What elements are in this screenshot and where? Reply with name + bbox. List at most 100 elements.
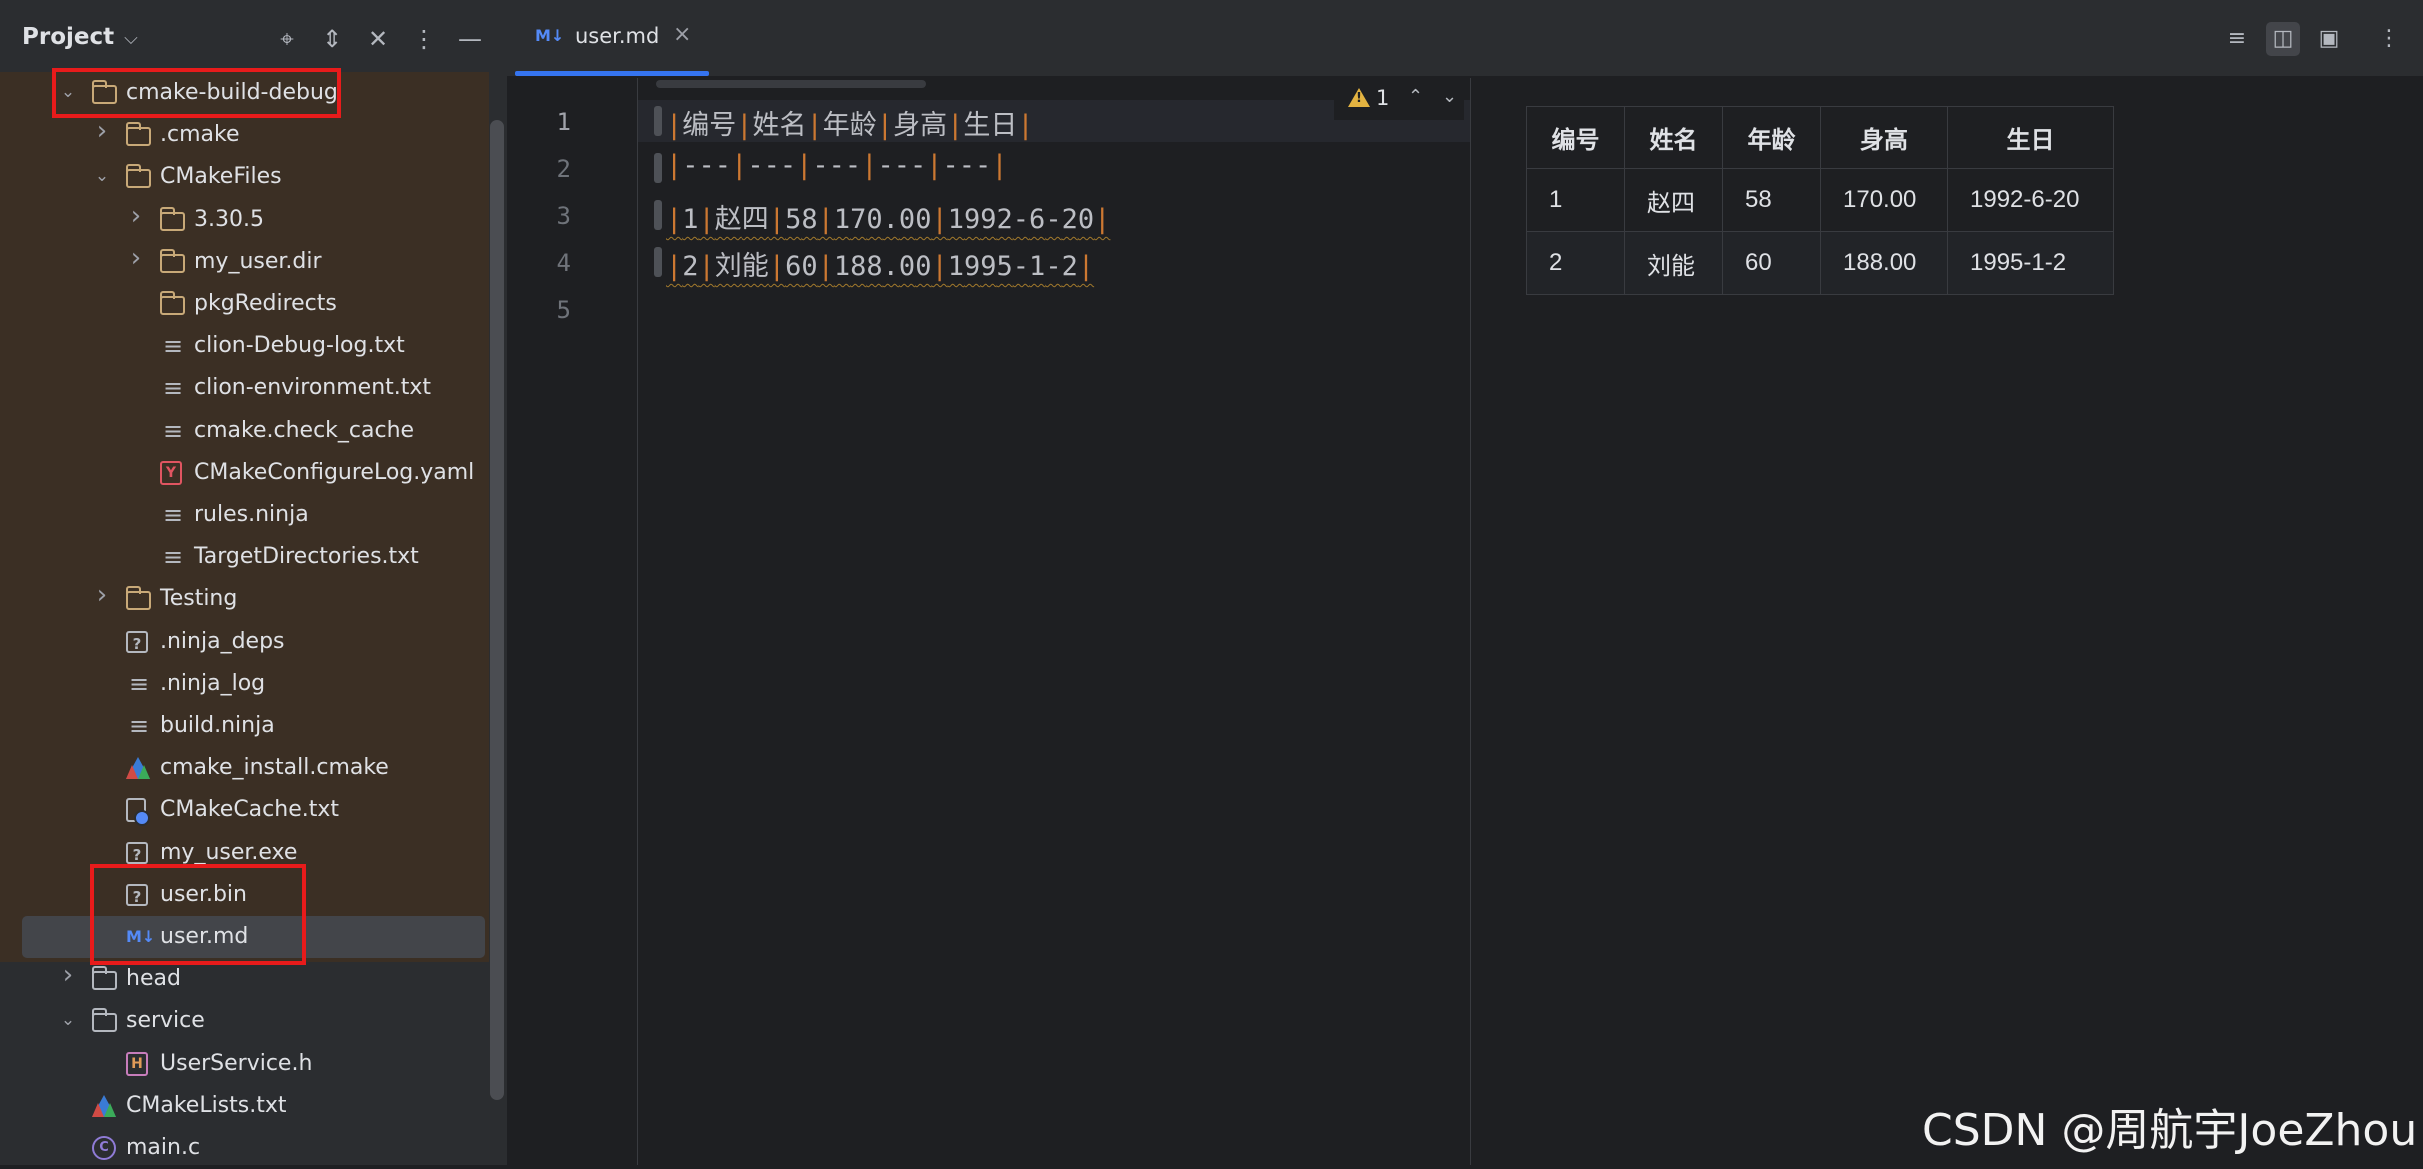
table-cell: 170.00	[1820, 168, 1948, 232]
tree-item-label: head	[126, 966, 181, 992]
tree-item[interactable]: ≡ .ninja_log	[0, 663, 489, 705]
inspection-widget[interactable]: 1 ⌃ ⌄	[1334, 80, 1464, 120]
tree-item[interactable]: › .cmake	[0, 114, 489, 156]
tree-item-label: .ninja_log	[160, 670, 266, 696]
tree-item[interactable]: ⌄ service	[0, 1000, 489, 1042]
text-file-icon: ≡	[162, 374, 184, 403]
yaml-file-icon: Y	[160, 460, 182, 485]
tree-item[interactable]: Y CMakeConfigureLog.yaml	[0, 452, 489, 494]
split-view-icon[interactable]: ◫	[2266, 22, 2300, 56]
table-pipe: |	[817, 251, 834, 282]
next-highlight-icon[interactable]: ⌄	[1442, 86, 1457, 107]
tree-item[interactable]: › 3.30.5	[0, 199, 489, 241]
tree-item[interactable]: ≡ clion-Debug-log.txt	[0, 325, 489, 367]
minimize-icon[interactable]: —	[453, 22, 487, 56]
code-line[interactable]: |---|---|---|---|---|	[666, 150, 1008, 181]
table-pipe: |	[768, 251, 786, 282]
previous-highlight-icon[interactable]: ⌃	[1408, 86, 1423, 107]
tree-item[interactable]: H UserService.h	[0, 1043, 489, 1085]
table-pipe: |	[698, 204, 715, 235]
table-block-marker	[654, 106, 662, 136]
table-pipe: |	[806, 110, 823, 141]
tree-item[interactable]: ≡ build.ninja	[0, 705, 489, 747]
code-line[interactable]: |编号|姓名|年龄|身高|生日|	[666, 103, 1034, 142]
chevron-right-icon[interactable]: ›	[92, 582, 112, 608]
collapse-icon[interactable]: ✕	[361, 22, 395, 56]
tree-item-label: UserService.h	[160, 1050, 313, 1076]
tree-item[interactable]: CMakeCache.txt	[0, 789, 489, 831]
more-icon[interactable]: ⋮	[407, 22, 441, 56]
tree-item-label: TargetDirectories.txt	[194, 544, 419, 570]
project-panel-header: Project ⌵ ⌖ ⇕ ✕ ⋮ —	[0, 0, 507, 78]
table-cell: 赵四	[1624, 168, 1723, 232]
markdown-source-editor[interactable]: |编号|姓名|年龄|身高|生日| |---|---|---|---|---| |1|…	[638, 78, 1470, 1165]
watermark: CSDN @周航宇JoeZhou	[1922, 1105, 2418, 1156]
tree-item[interactable]: pkgRedirects	[0, 283, 489, 325]
project-view-selector[interactable]: Project ⌵	[22, 24, 138, 50]
chevron-right-icon[interactable]: ›	[58, 962, 78, 988]
table-pipe: |	[991, 150, 1008, 181]
unknown-file-icon: ?	[126, 630, 148, 653]
text-file-icon: ≡	[162, 543, 184, 572]
tab-user-md[interactable]: M↓ user.md ×	[515, 0, 709, 76]
tree-item[interactable]: › my_user.dir	[0, 241, 489, 283]
tree-item-label: build.ninja	[160, 713, 275, 738]
tree-scrollbar[interactable]	[490, 120, 504, 1100]
table-header-cell: 生日	[1947, 106, 2114, 169]
header-file-icon: H	[126, 1051, 148, 1076]
editor-area: M↓ user.md × ≡ ◫ ▣ ⋮ 12345 |编号|姓名|年龄|身高|…	[507, 0, 2423, 1165]
tree-item-label: rules.ninja	[194, 502, 309, 527]
chevron-right-icon[interactable]: ›	[92, 118, 112, 144]
tree-item[interactable]: ≡ TargetDirectories.txt	[0, 536, 489, 578]
table-cell: 60	[1722, 231, 1821, 295]
tree-item[interactable]: › Testing	[0, 578, 489, 620]
table-header-cell: 身高	[1820, 106, 1948, 169]
project-title: Project	[22, 24, 115, 50]
crosshair-icon[interactable]: ⌖	[270, 22, 304, 56]
tree-item-label: 3.30.5	[194, 206, 264, 232]
active-tab-indicator	[515, 71, 709, 76]
chevron-right-icon[interactable]: ›	[126, 203, 146, 229]
expand-icon[interactable]: ⇕	[315, 22, 349, 56]
tree-item[interactable]: ≡ cmake.check_cache	[0, 410, 489, 452]
more-icon[interactable]: ⋮	[2372, 22, 2406, 56]
editor-tab-bar: M↓ user.md × ≡ ◫ ▣ ⋮	[507, 0, 2423, 77]
tree-item-label: my_user.exe	[160, 839, 298, 865]
folder-icon	[126, 586, 151, 611]
folder-icon	[126, 122, 151, 147]
preview-only-icon[interactable]: ▣	[2312, 22, 2346, 56]
text-file-icon: ≡	[162, 416, 184, 445]
tree-item[interactable]: cmake_install.cmake	[0, 747, 489, 789]
table-cell: 1	[1526, 168, 1625, 232]
tree-item[interactable]: ≡ rules.ninja	[0, 494, 489, 536]
close-icon[interactable]: ×	[673, 22, 691, 47]
chevron-right-icon[interactable]: ›	[126, 245, 146, 271]
text-file-icon: ≡	[128, 669, 150, 698]
code-line[interactable]: |1|赵四|58|170.00|1992-6-20|	[666, 197, 1110, 236]
tree-item[interactable]: CMakeLists.txt	[0, 1085, 489, 1127]
table-header-cell: 年龄	[1722, 106, 1821, 169]
unknown-file-icon: ?	[126, 841, 148, 864]
annotation-box-build-folder	[52, 68, 341, 118]
folder-icon	[160, 248, 185, 273]
tree-item-label: my_user.dir	[194, 248, 322, 274]
table-pipe: |	[1017, 110, 1034, 141]
tree-item[interactable]: Cmain.c	[0, 1127, 489, 1169]
chevron-down-icon[interactable]: ⌄	[92, 165, 112, 187]
tree-item[interactable]: ≡ clion-environment.txt	[0, 367, 489, 409]
table-pipe: |	[947, 110, 964, 141]
chevron-down-icon[interactable]: ⌄	[58, 1009, 78, 1031]
code-line[interactable]: |2|刘能|60|188.00|1995-1-2|	[666, 244, 1094, 283]
table-row: 1 赵四 58 170.00 1992-6-20	[1526, 168, 2114, 232]
table-header-cell: 姓名	[1624, 106, 1723, 169]
tree-item[interactable]: ? .ninja_deps	[0, 621, 489, 663]
tree-item-label: pkgRedirects	[194, 291, 337, 316]
editor-only-icon[interactable]: ≡	[2220, 22, 2254, 56]
tree-item[interactable]: ⌄ CMakeFiles	[0, 156, 489, 198]
folder-icon	[126, 164, 151, 189]
tree-item-label: .cmake	[160, 122, 240, 148]
table-pipe: |	[736, 110, 753, 141]
table-block-marker	[654, 247, 662, 277]
tree-item-label: clion-Debug-log.txt	[194, 333, 405, 359]
table-cell: 188.00	[1820, 231, 1948, 295]
